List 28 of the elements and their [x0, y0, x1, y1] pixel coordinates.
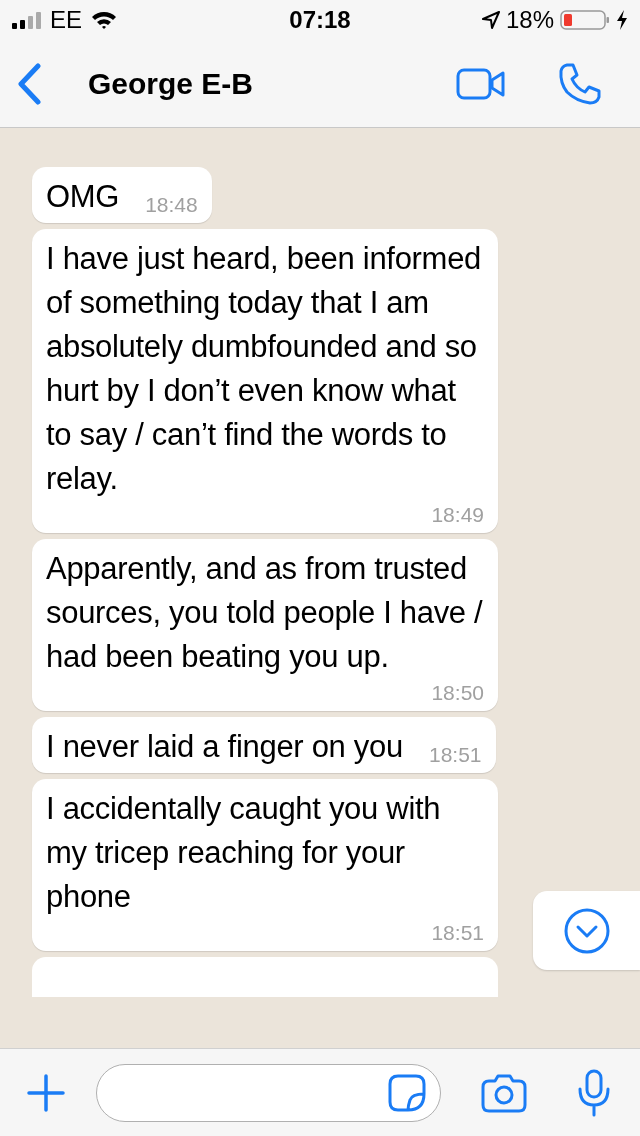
charging-bolt-icon — [616, 10, 628, 30]
clock-time: 07:18 — [289, 6, 351, 33]
message-time: 18:49 — [431, 502, 484, 528]
scroll-down-button[interactable] — [533, 891, 640, 970]
message-text: I accidentally caught you with my tricep reaching for your phone — [46, 790, 442, 916]
message-text: Apparently, and as from trusted sources, you told people I have / had been beating you up. — [46, 550, 484, 676]
message-text: OMG — [46, 178, 120, 216]
phone-call-button[interactable] — [558, 61, 602, 106]
message-text: I have just heard, been informed of something today that I am absolutely dumbfounded and so hurt by I don’t even know what to say / can’t find the words to relay. — [46, 240, 482, 498]
contact-name[interactable]: George E-B — [88, 66, 456, 101]
add-button[interactable] — [26, 1072, 66, 1113]
video-call-button[interactable] — [456, 67, 506, 100]
wifi-icon — [90, 10, 118, 30]
message-time: 18:50 — [431, 680, 484, 706]
message-time: 18:51 — [431, 920, 484, 946]
location-arrow-icon — [481, 11, 500, 29]
message-time: 18:51 — [428, 742, 482, 768]
signal-icon — [12, 11, 42, 29]
camera-button[interactable] — [481, 1072, 527, 1113]
sticker-icon[interactable] — [388, 1073, 426, 1112]
battery-icon — [560, 10, 610, 30]
battery-percentage: 18% — [505, 6, 554, 34]
microphone-button[interactable] — [577, 1068, 611, 1117]
carrier-name: EE — [50, 6, 82, 34]
message-text: I never laid a finger on you — [46, 728, 403, 766]
message-time: 18:48 — [145, 192, 198, 218]
chevron-down-icon — [562, 906, 611, 955]
back-button[interactable] — [16, 62, 42, 105]
